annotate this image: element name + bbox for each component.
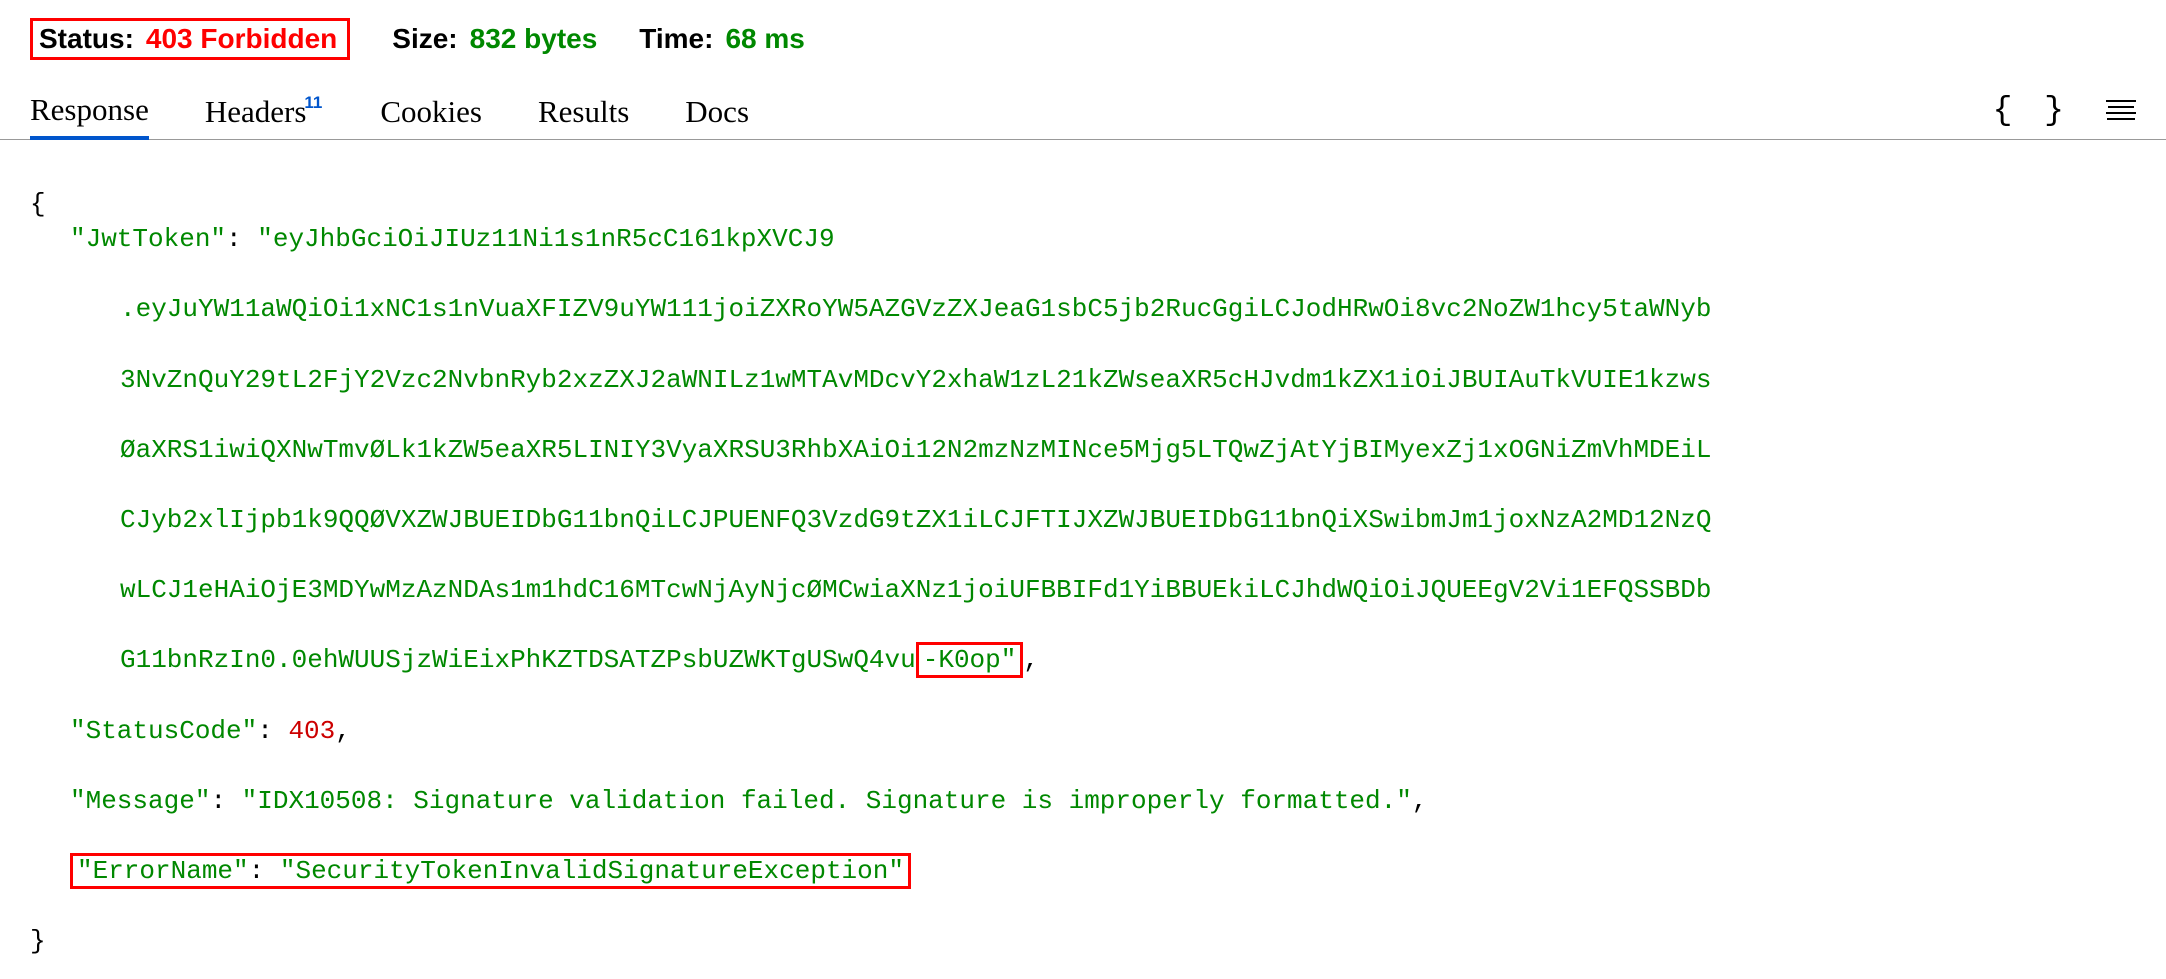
json-open-brace: { — [30, 189, 46, 219]
json-key-message: "Message" — [70, 786, 210, 816]
tab-cookies[interactable]: Cookies — [380, 84, 482, 138]
json-jwt-line6: wLCJ1eHAiOjE3MDYwMzAzNDAs1m1hdC16MTcwNjA… — [120, 575, 1711, 605]
tab-headers[interactable]: Headers11 — [205, 84, 325, 138]
braces-icon[interactable]: { } — [1993, 92, 2070, 129]
json-jwt-line3: 3NvZnQuY29tL2FjY2Vzc2NvbnRyb2xzZXJ2aWNIL… — [120, 365, 1711, 395]
json-val-statuscode: 403 — [288, 716, 335, 746]
time-group: Time: 68 ms — [639, 23, 805, 55]
size-label: Size: — [392, 23, 457, 55]
time-label: Time: — [639, 23, 713, 55]
hamburger-icon[interactable] — [2106, 100, 2136, 122]
tabs-bar: Response Headers11 Cookies Results Docs … — [0, 82, 2166, 140]
tab-headers-label: Headers — [205, 94, 307, 129]
json-jwt-line7-highlight: -K0op" — [923, 645, 1017, 675]
json-jwt-line5: CJyb2xlIjpb1k9QQØVXZWJBUEIDbG11bnQiLCJPU… — [120, 505, 1711, 535]
status-bar: Status: 403 Forbidden Size: 832 bytes Ti… — [0, 0, 2166, 74]
tab-response[interactable]: Response — [30, 82, 149, 140]
json-jwt-part1: "eyJhbGciOiJIUz11Ni1s1nR5cC161kpXVCJ9 — [257, 224, 834, 254]
size-group: Size: 832 bytes — [392, 23, 597, 55]
errorname-highlight: "ErrorName": "SecurityTokenInvalidSignat… — [70, 853, 911, 889]
status-group: Status: 403 Forbidden — [30, 18, 350, 60]
json-jwt-line7-main: G11bnRzIn0.0ehWUUSjzWiEixPhKZTDSATZPsbUZ… — [120, 645, 916, 675]
jwt-tail-highlight: -K0op" — [916, 642, 1024, 678]
json-key-statuscode: "StatusCode" — [70, 716, 257, 746]
time-value: 68 ms — [725, 23, 804, 55]
json-val-message: "IDX10508: Signature validation failed. … — [242, 786, 1412, 816]
json-key-errorname: "ErrorName" — [77, 856, 249, 886]
size-value: 832 bytes — [470, 23, 598, 55]
status-value: 403 Forbidden — [146, 23, 337, 55]
json-val-errorname: "SecurityTokenInvalidSignatureException" — [280, 856, 904, 886]
tab-results[interactable]: Results — [538, 84, 629, 138]
tabs-right: { } — [1993, 92, 2136, 129]
headers-badge: 11 — [304, 93, 322, 112]
status-label: Status: — [39, 23, 134, 55]
tab-docs[interactable]: Docs — [685, 84, 749, 138]
json-jwt-line2: .eyJuYW11aWQiOi1xNC1s1nVuaXFIZV9uYW111jo… — [120, 294, 1711, 324]
json-jwt-line4: ØaXRS1iwiQXNwTmvØLk1kZW5eaXR5LINIY3VyaXR… — [120, 435, 1711, 465]
json-close-brace: } — [30, 926, 46, 956]
json-key-jwt: "JwtToken" — [70, 224, 226, 254]
response-body: { "JwtToken": "eyJhbGciOiJIUz11Ni1s1nR5c… — [0, 140, 2166, 979]
